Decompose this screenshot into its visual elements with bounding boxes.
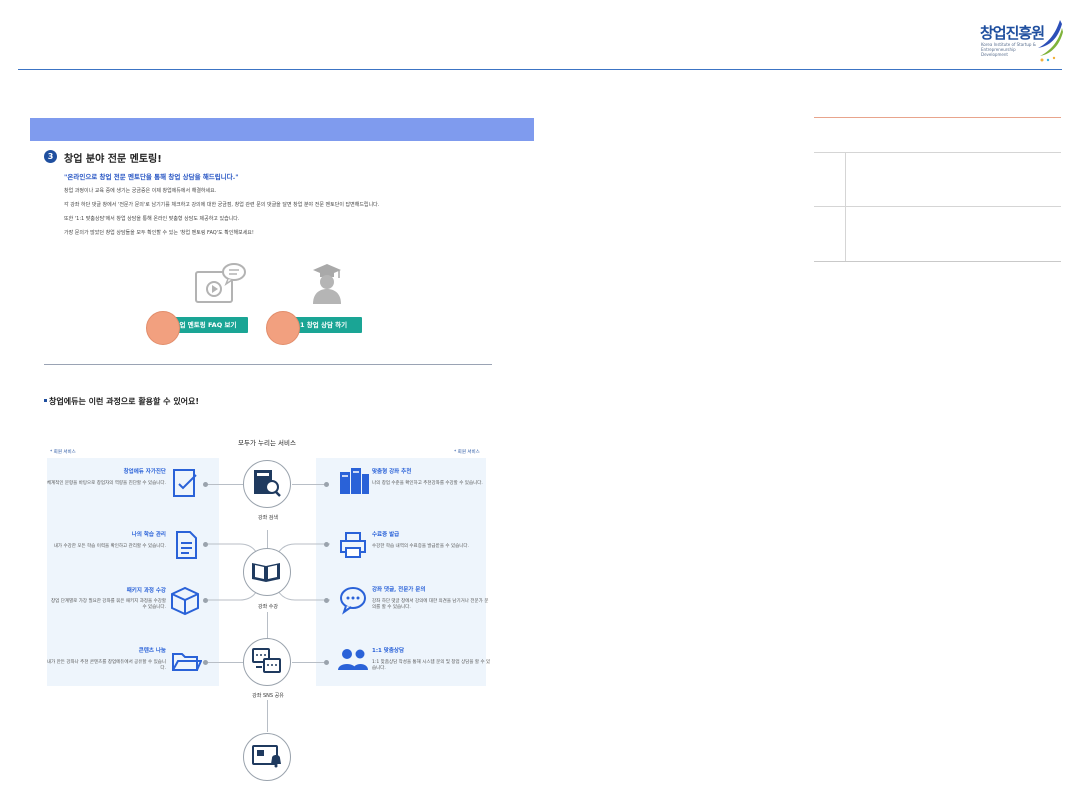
connector-line: [292, 662, 326, 663]
document-icon: [176, 531, 197, 559]
highlight-marker: [146, 311, 180, 345]
right-table-column-border: [845, 152, 846, 261]
service-title: 1:1 맞춤상담: [372, 648, 405, 654]
service-desc: 창업 단계별로 가장 필요한 강좌를 묶은 패키지 과정을 수강할 수 있습니다…: [51, 599, 166, 610]
usage-section-title: 창업에듀는 이런 과정으로 활용할 수 있어요!: [49, 397, 200, 406]
service-title: 콘텐츠 나눔: [138, 648, 166, 654]
open-book-icon: [252, 563, 280, 582]
member-service-label-right: * 회원 서비스: [454, 450, 480, 455]
connector-dot: [324, 660, 329, 665]
mentoring-line: 각 강좌 하단 댓글 창에서 '전문가 문의'로 남기기를 체크하고 강의에 대…: [64, 202, 380, 208]
connector-dot: [203, 598, 208, 603]
service-desc: 체계적인 문항을 바탕으로 창업자의 역량을 진단할 수 있습니다.: [46, 481, 166, 486]
right-table-row-border: [814, 206, 1061, 207]
diagnosis-icon: [173, 469, 197, 497]
header-divider: [18, 69, 1062, 70]
member-service-label-left: * 회원 서비스: [50, 450, 76, 455]
service-desc: 1:1 맞춤상담 작성을 통해 시스템 문의 및 창업 상담을 할 수 있습니다…: [372, 660, 491, 671]
service-title: 패키지 과정 수강: [126, 588, 166, 594]
connector-line: [267, 700, 268, 732]
connector-dot: [324, 482, 329, 487]
graduate-icon: [313, 264, 341, 304]
hub-course-taking[interactable]: [243, 548, 291, 596]
diagram-title: 모두가 누리는 서비스: [238, 439, 296, 447]
connector-dot: [324, 542, 329, 547]
mentoring-line: 가장 문의가 많았던 창업 상담들을 모두 확인할 수 있는 '창업 멘토링 F…: [64, 230, 254, 236]
connector-dot: [203, 542, 208, 547]
speech-bubble-icon: [340, 587, 366, 615]
mentoring-line: 또한 '1:1 맞춤상담'에서 창업 상담을 통해 온라인 맞춤형 상담도 제공…: [64, 216, 240, 222]
service-title: 수료증 발급: [372, 532, 400, 538]
service-title: 강좌 댓글, 전문가 문의: [372, 587, 426, 593]
connector-line: [205, 484, 243, 485]
service-desc: 내가 수강한 모든 학습 이력을 확인하고 관리할 수 있습니다.: [53, 544, 166, 549]
right-table-bottom-border: [814, 261, 1061, 262]
connector-dot: [203, 660, 208, 665]
service-title: 나의 학습 관리: [131, 532, 166, 538]
folder-icon: [172, 653, 202, 671]
package-box-icon: [171, 586, 199, 616]
service-desc: 강좌 하단 댓글 창에서 강의에 대한 의견을 남기거나 전문가 문의를 할 수…: [372, 599, 489, 610]
service-desc: 내가 만든 강좌나 추천 콘텐츠를 창업에듀에서 공유할 수 있습니다.: [46, 660, 166, 671]
mentoring-title: 창업 분야 전문 멘토링!: [64, 154, 162, 165]
service-title: 맞춤형 강좌 추천: [372, 469, 412, 475]
service-desc: 나의 창업 수준을 확인하고 추천강좌를 수강할 수 있습니다.: [372, 481, 483, 486]
hub-label: 강좌 검색: [258, 515, 278, 521]
bullet-icon: [44, 399, 47, 402]
right-table-row-border: [814, 152, 1061, 153]
connector-dot: [324, 598, 329, 603]
hub-course-sns-share[interactable]: [243, 638, 291, 686]
service-title: 창업에듀 자가진단: [123, 469, 166, 475]
printer-icon: [340, 532, 366, 558]
step-number-badge: 3: [44, 150, 57, 163]
section-header-bar: [30, 118, 534, 141]
notification-screen-icon: [252, 745, 281, 768]
hub-course-search[interactable]: [243, 460, 291, 508]
mentoring-quote: "온라인으로 창업 전문 멘토단을 통해 창업 상담을 해드립니다.": [64, 173, 239, 181]
mentoring-line: 창업 과정이나 교육 중에 생기는 궁금증은 이제 창업에듀에서 해결하세요.: [64, 188, 217, 194]
hub-label: 강좌 SNS 공유: [252, 693, 284, 699]
section-divider: [44, 364, 492, 365]
right-table-top-border: [814, 117, 1061, 118]
service-desc: 수강한 학습 내역의 수료증을 발급받을 수 있습니다.: [372, 544, 469, 549]
books-stack-icon: [340, 468, 369, 494]
connector-dot: [203, 482, 208, 487]
logo-swoosh-icon: [1038, 20, 1063, 62]
highlight-marker: [266, 311, 300, 345]
hub-label: 강좌 수강: [258, 604, 278, 610]
video-chat-icon: [195, 263, 246, 303]
book-search-icon: [254, 470, 281, 497]
hub-notification[interactable]: [243, 733, 291, 781]
users-icon: [338, 649, 368, 670]
logo[interactable]: 창업진흥원 Korea Institute of Startup & Entre…: [978, 18, 1064, 64]
connector-line: [292, 484, 326, 485]
logo-subtitle: Korea Institute of Startup & Entrepreneu…: [981, 42, 1036, 57]
share-chat-icon: [252, 648, 281, 673]
connector-line: [267, 612, 268, 638]
connector-line: [205, 662, 243, 663]
